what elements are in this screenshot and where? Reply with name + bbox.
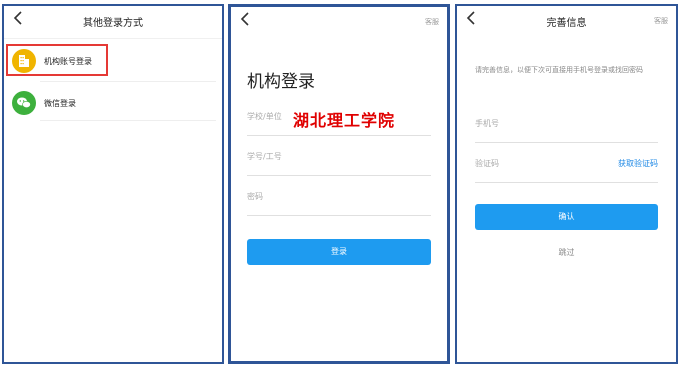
option-label: 微信登录	[44, 99, 76, 108]
institution-login-screen: 客服 机构登录 学校/单位 湖北理工学院 学号/工号 密码 登录	[228, 4, 450, 364]
wechat-login-option[interactable]: 微信登录	[10, 86, 216, 120]
description-text: 请完善信息，以便下次可直接用手机号登录或找回密码	[475, 66, 643, 74]
header: 客服	[231, 7, 447, 37]
student-id-field[interactable]: 学号/工号	[247, 143, 431, 176]
get-code-button[interactable]: 获取验证码	[618, 158, 658, 169]
phone-field[interactable]: 手机号	[475, 110, 658, 143]
complete-info-screen: 完善信息 客服 请完善信息，以便下次可直接用手机号登录或找回密码 手机号 验证码…	[455, 4, 678, 364]
divider	[40, 120, 216, 121]
divider	[4, 38, 222, 39]
page-title: 其他登录方式	[83, 18, 143, 29]
building-icon	[12, 49, 36, 73]
skip-link[interactable]: 跳过	[457, 247, 676, 258]
option-label: 机构账号登录	[44, 57, 92, 66]
password-field[interactable]: 密码	[247, 183, 431, 216]
phone-placeholder: 手机号	[475, 119, 499, 128]
school-name-annotation: 湖北理工学院	[293, 111, 396, 130]
school-placeholder: 学校/单位	[247, 112, 282, 121]
header: 其他登录方式	[4, 6, 222, 36]
header: 完善信息 客服	[457, 6, 676, 36]
customer-service-link[interactable]: 客服	[425, 17, 439, 27]
wechat-icon	[12, 91, 36, 115]
back-icon[interactable]	[239, 11, 259, 33]
page-title: 完善信息	[546, 18, 587, 29]
student-id-placeholder: 学号/工号	[247, 152, 282, 161]
confirm-button[interactable]: 确认	[475, 204, 658, 230]
customer-service-link[interactable]: 客服	[654, 16, 668, 26]
institution-login-option[interactable]: 机构账号登录	[6, 44, 216, 78]
verification-code-field[interactable]: 验证码 获取验证码	[475, 150, 658, 183]
password-placeholder: 密码	[247, 192, 263, 201]
code-placeholder: 验证码	[475, 159, 499, 168]
other-login-methods-screen: 其他登录方式 机构账号登录 微信登录	[2, 4, 224, 364]
login-button[interactable]: 登录	[247, 239, 431, 265]
page-heading: 机构登录	[247, 72, 315, 92]
divider	[40, 81, 216, 82]
